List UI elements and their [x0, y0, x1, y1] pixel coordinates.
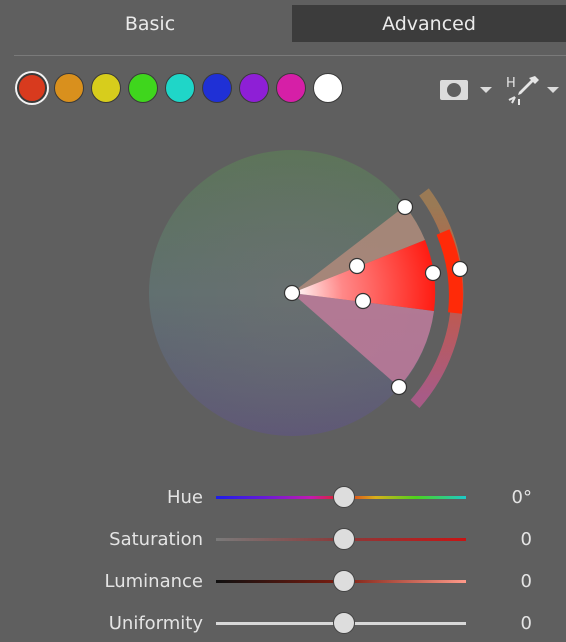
hue-value: 0° — [511, 487, 532, 508]
swatch-aqua[interactable] — [165, 73, 195, 103]
picker-dropdown-chevron-icon[interactable] — [546, 85, 560, 95]
swatch-purple[interactable] — [239, 73, 269, 103]
uniformity-value: 0 — [520, 613, 532, 634]
saturation-label: Saturation — [109, 529, 203, 550]
swatch-magenta[interactable] — [276, 73, 306, 103]
hue-slider-row: Hue 0° — [0, 483, 566, 513]
falloff-handle-bottom[interactable] — [390, 378, 408, 396]
tab-bar: Basic Advanced — [0, 0, 566, 44]
luminance-label: Luminance — [104, 571, 203, 592]
saturation-handle[interactable] — [424, 264, 442, 282]
hue-eyedropper-icon[interactable]: H — [505, 73, 541, 107]
swatch-yellow[interactable] — [91, 73, 121, 103]
luminance-value: 0 — [520, 571, 532, 592]
luminance-slider-row: Luminance 0 — [0, 567, 566, 597]
tab-divider — [14, 55, 566, 56]
hue-letter: H — [506, 76, 516, 91]
uniformity-label: Uniformity — [108, 613, 203, 634]
swatch-blue[interactable] — [202, 73, 232, 103]
hue-label: Hue — [166, 487, 203, 508]
saturation-value: 0 — [520, 529, 532, 550]
swatch-green[interactable] — [128, 73, 158, 103]
hue-slider-thumb[interactable] — [333, 486, 355, 508]
luminance-slider-thumb[interactable] — [333, 570, 355, 592]
uniformity-slider-row: Uniformity 0 — [0, 609, 566, 639]
outer-handle[interactable] — [451, 260, 469, 278]
swatch-red[interactable] — [17, 73, 47, 103]
mask-icon[interactable] — [439, 79, 469, 101]
hsl-color-wheel[interactable] — [140, 140, 480, 450]
mask-dropdown-chevron-icon[interactable] — [479, 85, 493, 95]
falloff-handle-top[interactable] — [396, 198, 414, 216]
saturation-slider-row: Saturation 0 — [0, 525, 566, 555]
saturation-slider-thumb[interactable] — [333, 528, 355, 550]
range-handle-lower[interactable] — [354, 292, 372, 310]
center-handle[interactable] — [283, 284, 301, 302]
uniformity-slider-thumb[interactable] — [333, 612, 355, 634]
tab-advanced[interactable]: Advanced — [292, 5, 566, 42]
swatch-orange[interactable] — [54, 73, 84, 103]
range-handle-upper[interactable] — [348, 257, 366, 275]
tab-basic[interactable]: Basic — [10, 5, 290, 42]
swatch-white[interactable] — [313, 73, 343, 103]
